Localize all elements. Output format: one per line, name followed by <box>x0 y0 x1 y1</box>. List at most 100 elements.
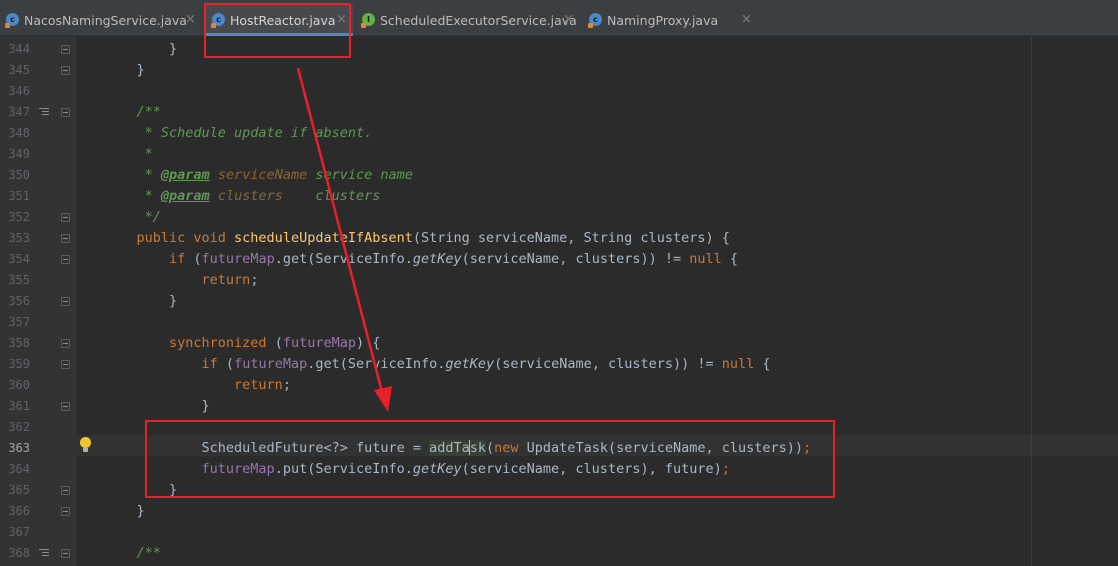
code-token: futureMap <box>104 461 275 477</box>
code-token: return <box>104 377 283 393</box>
fold-marker-icon[interactable] <box>61 255 70 264</box>
close-icon[interactable]: × <box>741 12 752 27</box>
line-number: 355 <box>8 273 30 287</box>
line-number: 344 <box>8 42 30 56</box>
code-token: .put(ServiceInfo. <box>274 461 413 477</box>
code-token: ( <box>274 335 283 351</box>
close-icon[interactable]: × <box>336 12 347 27</box>
code-token: ) { <box>355 335 381 351</box>
code-token: return <box>104 272 251 288</box>
fold-marker-icon[interactable] <box>61 234 70 243</box>
code-line[interactable]: /** <box>104 543 161 564</box>
code-token: ; <box>721 461 730 477</box>
code-token: futureMap <box>282 335 356 351</box>
code-line[interactable]: } <box>104 480 177 501</box>
line-number: 360 <box>8 378 30 392</box>
fold-marker-icon[interactable] <box>61 297 70 306</box>
fold-marker-icon[interactable] <box>61 402 70 411</box>
code-token: ( <box>486 440 495 456</box>
code-token: .get(ServiceInfo. <box>274 251 413 267</box>
gutter-content: 344 345 346 347 348 349 350 351 352 353 354 355 356 3… <box>0 36 76 566</box>
code-token: null <box>689 251 722 267</box>
code-line[interactable]: public void scheduleUpdateIfAbsent(Strin… <box>104 228 730 249</box>
code-line[interactable]: } <box>104 291 177 312</box>
code-line[interactable]: if (futureMap.get(ServiceInfo.getKey(ser… <box>104 354 771 375</box>
code-line[interactable]: } <box>104 396 210 417</box>
intention-bulb-icon[interactable] <box>80 437 91 452</box>
line-number: 345 <box>8 63 30 77</box>
code-token: .get(ServiceInfo. <box>307 356 446 372</box>
code-token: } <box>104 293 178 309</box>
code-token: */ <box>104 209 161 225</box>
fold-marker-icon[interactable] <box>61 45 70 54</box>
code-line[interactable]: } <box>104 60 145 81</box>
code-token: service name <box>307 167 413 183</box>
code-line[interactable]: } <box>104 39 177 60</box>
close-icon[interactable]: × <box>563 12 574 27</box>
tab-label: HostReactor.java <box>230 13 336 28</box>
code-token: public void <box>104 230 235 246</box>
code-token: ; <box>282 377 291 393</box>
code-token: ; <box>250 272 259 288</box>
line-number: 368 <box>8 546 30 560</box>
code-line[interactable]: * Schedule update if absent. <box>104 123 373 144</box>
code-token: (String serviceName, String clusters) { <box>412 230 730 246</box>
code-line[interactable]: } <box>104 501 145 522</box>
code-token: /** <box>104 104 161 120</box>
line-number: 351 <box>8 189 30 203</box>
fold-marker-icon[interactable] <box>61 507 70 516</box>
code-line[interactable]: * @param clusters clusters <box>104 186 381 207</box>
line-number: 357 <box>8 315 30 329</box>
code-line[interactable]: synchronized (futureMap) { <box>104 333 380 354</box>
tab-nacos-naming-service[interactable]: c NacosNamingService.java × <box>0 5 200 36</box>
code-line[interactable]: if (futureMap.get(ServiceInfo.getKey(ser… <box>104 249 738 270</box>
code-line[interactable]: return; <box>104 270 259 291</box>
line-number: 356 <box>8 294 30 308</box>
fold-marker-icon[interactable] <box>61 108 70 117</box>
fold-marker-icon[interactable] <box>61 66 70 75</box>
line-number: 353 <box>8 231 30 245</box>
code-token: /** <box>104 545 161 561</box>
line-number: 354 <box>8 252 30 266</box>
code-token: * <box>104 146 153 162</box>
code-token: { <box>754 356 771 372</box>
line-number: 367 <box>8 525 30 539</box>
code-token: synchronized <box>104 335 275 351</box>
code-token: clusters <box>217 188 283 204</box>
line-number: 350 <box>8 168 30 182</box>
code-line[interactable]: * @param serviceName service name <box>104 165 413 186</box>
fold-marker-icon[interactable] <box>61 486 70 495</box>
tab-naming-proxy[interactable]: c NamingProxy.java × <box>583 5 761 36</box>
code-token: sk <box>469 440 487 456</box>
fold-marker-icon[interactable] <box>61 213 70 222</box>
close-icon[interactable]: × <box>185 12 196 27</box>
tab-host-reactor[interactable]: c HostReactor.java × <box>206 5 353 36</box>
fold-marker-icon[interactable] <box>61 549 70 558</box>
code-token: } <box>104 503 145 519</box>
code-line[interactable]: */ <box>104 207 161 228</box>
interface-icon: I <box>361 13 375 28</box>
code-line[interactable]: return; <box>104 375 291 396</box>
code-line[interactable]: futureMap.put(ServiceInfo.getKey(service… <box>104 459 730 480</box>
line-number: 365 <box>8 483 30 497</box>
code-token: clusters <box>282 188 381 204</box>
class-icon: c <box>5 13 19 28</box>
line-number: 347 <box>8 105 30 119</box>
fold-marker-icon[interactable] <box>61 360 70 369</box>
tab-scheduled-executor-service[interactable]: I ScheduledExecutorService.java × <box>356 5 582 36</box>
code-line[interactable]: ScheduledFuture<?> future = addTask(new … <box>104 438 811 459</box>
line-number: 366 <box>8 504 30 518</box>
code-token: if <box>104 356 226 372</box>
code-token: { <box>721 251 739 267</box>
code-token: addTa <box>429 440 470 456</box>
editor-tab-bar: c NacosNamingService.java × c HostReacto… <box>0 0 1118 36</box>
code-editor[interactable]: } } /** * Schedule update if absent. * *… <box>76 36 1118 566</box>
code-line[interactable]: /** <box>104 102 161 123</box>
fold-marker-icon[interactable] <box>61 339 70 348</box>
code-token: } <box>104 398 210 414</box>
code-line[interactable]: * <box>104 144 153 165</box>
code-token: } <box>104 482 178 498</box>
doc-comment-icon[interactable] <box>39 108 49 116</box>
doc-comment-icon[interactable] <box>39 549 49 557</box>
